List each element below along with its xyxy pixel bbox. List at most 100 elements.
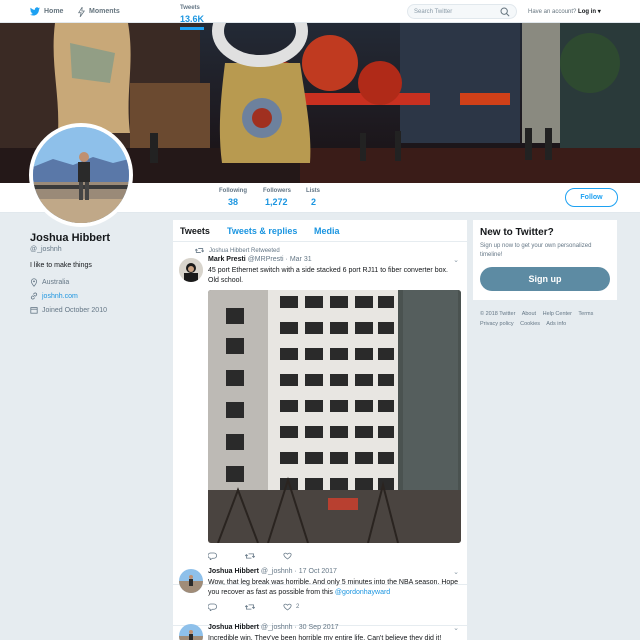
follow-button[interactable]: Follow: [565, 188, 618, 207]
chevron-down-icon[interactable]: ▾: [596, 9, 601, 15]
location-pin-icon: [30, 278, 38, 287]
stat-value: 13.6K: [180, 14, 205, 24]
reply-icon: [208, 552, 217, 560]
chevron-down-icon[interactable]: ⌄: [453, 256, 459, 264]
tweet-header: Joshua Hibbert @_joshnh · 17 Oct 2017: [208, 568, 337, 575]
stat-value: 1,272: [265, 197, 288, 207]
retweet-note: Joshua Hibbert Retweeted: [195, 247, 280, 254]
retweet-button[interactable]: [245, 603, 255, 611]
reply-button[interactable]: [208, 552, 217, 560]
search-input[interactable]: Search Twitter: [407, 4, 517, 19]
avatar[interactable]: [29, 123, 133, 227]
nav-home[interactable]: Home: [30, 0, 63, 23]
nav-moments-label: Moments: [89, 8, 120, 15]
profile-handle: @_joshnh: [30, 246, 62, 253]
retweet-icon: [245, 604, 255, 610]
tweet-actions: [208, 552, 324, 560]
stat-label: Tweets: [180, 5, 200, 11]
stat-label: Lists: [306, 188, 321, 194]
profile-website: joshnh.com: [30, 292, 78, 300]
login-prompt: Have an account? Log in ▾: [528, 8, 601, 15]
reply-button[interactable]: [208, 603, 217, 611]
chevron-down-icon[interactable]: ⌄: [453, 568, 459, 576]
search-placeholder: Search Twitter: [414, 8, 453, 15]
tweet-handle[interactable]: @MRPresti: [248, 256, 284, 263]
nav-moments[interactable]: Moments: [78, 0, 120, 23]
footer-terms[interactable]: Terms: [578, 311, 593, 317]
footer-privacy[interactable]: Privacy policy: [480, 321, 514, 327]
signup-card: New to Twitter? Sign up now to get your …: [473, 220, 617, 300]
profile-name: Joshua Hibbert: [30, 232, 111, 244]
tweet-handle[interactable]: @_joshnh: [261, 568, 293, 575]
tab-tweets[interactable]: Tweets: [180, 226, 210, 236]
search-icon[interactable]: [500, 7, 510, 17]
retweet-note-text: Joshua Hibbert Retweeted: [209, 247, 280, 254]
tweet-text-body: Wow, that leg break was horrible. And on…: [208, 579, 459, 596]
like-button[interactable]: 2: [283, 603, 299, 611]
tweet-text: 45 port Ethernet switch with a side stac…: [208, 267, 448, 284]
footer-copyright: © 2018 Twitter: [480, 311, 516, 317]
tweet-date[interactable]: · Mar 31: [286, 256, 312, 263]
location-text: Australia: [42, 279, 70, 286]
avatar[interactable]: [179, 569, 203, 593]
stat-label: Followers: [263, 188, 292, 194]
retweet-button[interactable]: [245, 552, 255, 560]
profile-location: Australia: [30, 278, 69, 287]
tweet[interactable]: Joshua Hibbert Retweeted Mark Presti @MR…: [173, 242, 467, 585]
heart-icon: [283, 552, 292, 560]
timeline-tabs: Tweets Tweets & replies Media: [173, 220, 467, 242]
footer-about[interactable]: About: [522, 311, 536, 317]
login-link[interactable]: Log in: [578, 9, 596, 15]
tweet-header: Joshua Hibbert @_joshnh · 30 Sep 2017: [208, 624, 338, 631]
stat-tweets[interactable]: Tweets 13.6K: [180, 5, 205, 30]
stat-followers[interactable]: Followers 1,272: [263, 188, 291, 207]
like-count: 2: [296, 604, 300, 610]
tweet-author[interactable]: Mark Presti: [208, 256, 246, 263]
footer-links: © 2018 Twitter About Help Center Terms P…: [480, 309, 616, 329]
retweet-icon: [245, 553, 255, 559]
tweet-date[interactable]: · 30 Sep 2017: [295, 624, 339, 631]
tweet-header: Mark Presti @MRPresti · Mar 31: [208, 256, 312, 263]
tweet[interactable]: Joshua Hibbert @_joshnh · 17 Oct 2017 ⌄ …: [173, 563, 467, 626]
tweet-text: Incredible win. They've been horrible my…: [208, 635, 442, 640]
footer-help-center[interactable]: Help Center: [543, 311, 572, 317]
retweet-icon: [195, 248, 204, 253]
avatar[interactable]: [179, 258, 203, 282]
tab-media[interactable]: Media: [314, 226, 340, 236]
tweet-date[interactable]: · 17 Oct 2017: [295, 568, 337, 575]
reply-icon: [208, 603, 217, 611]
website-link[interactable]: joshnh.com: [42, 293, 78, 300]
nav-home-label: Home: [44, 8, 64, 15]
stat-following[interactable]: Following 38: [219, 188, 247, 207]
profile-joined: Joined October 2010: [30, 306, 107, 314]
avatar-image: [179, 569, 203, 593]
footer-cookies[interactable]: Cookies: [520, 321, 540, 327]
tab-tweets-replies[interactable]: Tweets & replies: [227, 226, 297, 236]
joined-text: Joined October 2010: [42, 306, 107, 314]
tweet-handle[interactable]: @_joshnh: [261, 624, 293, 631]
avatar-image: [179, 258, 203, 282]
have-account-text: Have an account?: [528, 9, 577, 15]
avatar[interactable]: [179, 624, 203, 640]
tweet[interactable]: Joshua Hibbert @_joshnh · 30 Sep 2017 ⌄ …: [173, 620, 467, 640]
signup-button[interactable]: Sign up: [480, 267, 610, 291]
stat-label: Following: [219, 188, 247, 194]
chevron-down-icon[interactable]: ⌄: [453, 624, 459, 632]
timeline: Tweets Tweets & replies Media Joshua Hib…: [173, 220, 467, 640]
signup-description: Sign up now to get your own personalized…: [480, 243, 592, 258]
profile-bio: I like to make things: [30, 262, 92, 269]
calendar-icon: [30, 307, 38, 314]
stat-lists[interactable]: Lists 2: [306, 188, 320, 207]
like-button[interactable]: [283, 552, 296, 560]
top-nav: Home Moments Search Twitter Have an acco…: [0, 0, 640, 23]
tweet-media-image[interactable]: [208, 290, 461, 543]
tweet-actions: 2: [208, 603, 327, 611]
bird-icon: [30, 7, 40, 16]
heart-icon: [283, 603, 292, 611]
mention-link[interactable]: @gordonhayward: [335, 589, 390, 596]
lightning-icon: [78, 6, 85, 17]
tweet-author[interactable]: Joshua Hibbert: [208, 568, 259, 575]
footer-ads-info[interactable]: Ads info: [546, 321, 566, 327]
link-icon: [30, 292, 38, 300]
tweet-author[interactable]: Joshua Hibbert: [208, 624, 259, 631]
